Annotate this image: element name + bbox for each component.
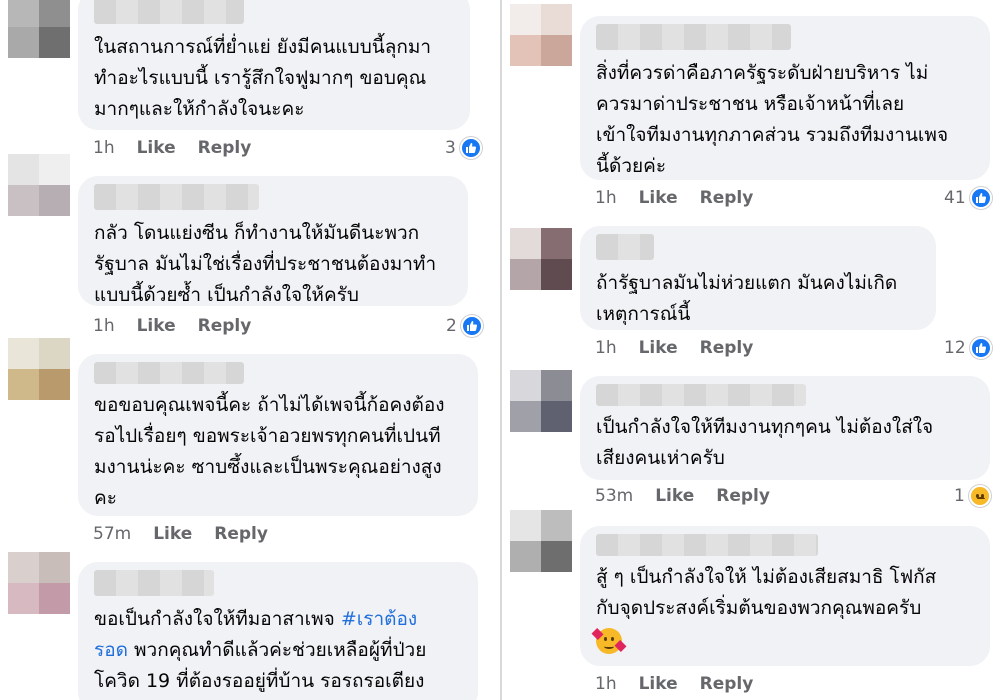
reaction-summary[interactable]: 1 xyxy=(954,484,991,508)
comments-column-right: สิ่งที่ควรด่าคือภาครัฐระดับฝ่ายบริหาร ไม… xyxy=(502,0,1000,700)
comment-bubble: เป็นกำลังใจให้ทีมงานทุกๆคน ไม่ต้องใส่ใจ … xyxy=(580,376,990,480)
commenter-name-blurred[interactable] xyxy=(94,184,259,210)
comment-text: ขอขอบคุณเพจนี้คะ ถ้าไม่ได้เพจนี้ก้อคงต้อ… xyxy=(94,394,445,509)
reply-button[interactable]: Reply xyxy=(700,338,754,358)
comments-column-left: ในสถานการณ์ที่ย่ำแย่ ยังมีคนแบบนี้ลุกมา … xyxy=(0,0,500,700)
reply-button[interactable]: Reply xyxy=(198,316,252,336)
comment-bubble: ขอเป็นกำลังใจให้ทีมอาสาเพจ #เราต้อง รอด … xyxy=(78,562,478,700)
reaction-summary[interactable]: 3 xyxy=(445,136,482,160)
commenter-name-blurred[interactable] xyxy=(94,362,244,384)
reaction-count: 3 xyxy=(445,138,456,158)
comment-text: เป็นกำลังใจให้ทีมงานทุกๆคน ไม่ต้องใส่ใจ … xyxy=(596,416,934,469)
reply-button[interactable]: Reply xyxy=(198,138,252,158)
comment-bubble: ถ้ารัฐบาลมันไม่ห่วยแตก มันคงไม่เกิด เหตุ… xyxy=(580,226,936,330)
commenter-name-blurred[interactable] xyxy=(596,24,791,50)
comment-time[interactable]: 1h xyxy=(595,338,617,358)
comment-actions: 1h Like Reply xyxy=(93,314,273,338)
comment-bubble: ขอขอบคุณเพจนี้คะ ถ้าไม่ได้เพจนี้ก้อคงต้อ… xyxy=(78,354,478,516)
avatar[interactable] xyxy=(8,154,70,216)
like-button[interactable]: Like xyxy=(639,674,678,694)
reaction-count: 41 xyxy=(944,188,966,208)
comment-actions: 53m Like Reply xyxy=(595,484,792,508)
comment-actions: 1h Like Reply xyxy=(93,136,273,160)
comment-emoji xyxy=(591,624,974,654)
comment-text: กลัว โดนแย่งซีน ก็ทำงานให้มันดีนะพวก รัฐ… xyxy=(94,222,437,306)
comment-text: ถ้ารัฐบาลมันไม่ห่วยแตก มันคงไม่เกิด เหตุ… xyxy=(596,272,898,325)
commenter-name-blurred[interactable] xyxy=(94,0,244,24)
reaction-summary[interactable]: 2 xyxy=(446,314,483,338)
comment-time[interactable]: 1h xyxy=(93,138,115,158)
reply-button[interactable]: Reply xyxy=(700,188,754,208)
comment-time[interactable]: 1h xyxy=(93,316,115,336)
like-button[interactable]: Like xyxy=(137,316,176,336)
comment-time[interactable]: 57m xyxy=(93,524,131,544)
like-button[interactable]: Like xyxy=(153,524,192,544)
comment-text: สู้ ๆ เป็นกำลังใจให้ ไม่ต้องเสียสมาธิ โฟ… xyxy=(596,566,937,619)
like-button[interactable]: Like xyxy=(137,138,176,158)
reaction-count: 12 xyxy=(944,338,966,358)
commenter-name-blurred[interactable] xyxy=(596,384,806,406)
reply-button[interactable]: Reply xyxy=(700,674,754,694)
reply-button[interactable]: Reply xyxy=(214,524,268,544)
smiling-face-with-hearts-icon xyxy=(591,627,627,654)
avatar[interactable] xyxy=(510,370,572,432)
comment-text: ในสถานการณ์ที่ย่ำแย่ ยังมีคนแบบนี้ลุกมา … xyxy=(94,36,432,120)
like-button[interactable]: Like xyxy=(655,486,694,506)
reply-button[interactable]: Reply xyxy=(716,486,770,506)
comment-time[interactable]: 1h xyxy=(595,674,617,694)
reaction-count: 1 xyxy=(954,486,965,506)
reaction-summary[interactable]: 12 xyxy=(944,336,992,360)
avatar[interactable] xyxy=(8,552,70,614)
commenter-name-blurred[interactable] xyxy=(596,234,654,260)
comment-actions: 1h Like Reply xyxy=(595,672,775,696)
comment-bubble: ในสถานการณ์ที่ย่ำแย่ ยังมีคนแบบนี้ลุกมา … xyxy=(78,0,470,130)
reaction-count: 2 xyxy=(446,316,457,336)
comment-time[interactable]: 1h xyxy=(595,188,617,208)
comment-time[interactable]: 53m xyxy=(595,486,633,506)
avatar[interactable] xyxy=(8,0,70,58)
like-button[interactable]: Like xyxy=(639,338,678,358)
comment-text: ขอเป็นกำลังใจให้ทีมอาสาเพจ #เราต้อง รอด … xyxy=(94,608,427,692)
like-icon xyxy=(459,137,482,159)
comment-bubble: กลัว โดนแย่งซีน ก็ทำงานให้มันดีนะพวก รัฐ… xyxy=(78,176,468,306)
like-button[interactable]: Like xyxy=(639,188,678,208)
commenter-name-blurred[interactable] xyxy=(596,534,818,556)
avatar[interactable] xyxy=(8,338,70,400)
like-icon xyxy=(969,187,992,209)
like-icon xyxy=(460,315,483,337)
sad-reaction-icon xyxy=(968,485,991,507)
comment-text: สิ่งที่ควรด่าคือภาครัฐระดับฝ่ายบริหาร ไม… xyxy=(596,62,949,177)
commenter-name-blurred[interactable] xyxy=(94,570,214,596)
like-icon xyxy=(969,337,992,359)
avatar[interactable] xyxy=(510,510,572,572)
comment-actions: 57m Like Reply xyxy=(93,522,290,546)
reaction-summary[interactable]: 41 xyxy=(944,186,992,210)
avatar[interactable] xyxy=(510,4,572,66)
comment-actions: 1h Like Reply xyxy=(595,336,775,360)
comment-bubble: สู้ ๆ เป็นกำลังใจให้ ไม่ต้องเสียสมาธิ โฟ… xyxy=(580,526,990,666)
comment-bubble: สิ่งที่ควรด่าคือภาครัฐระดับฝ่ายบริหาร ไม… xyxy=(580,16,990,180)
comment-actions: 1h Like Reply xyxy=(595,186,775,210)
avatar[interactable] xyxy=(510,228,572,290)
